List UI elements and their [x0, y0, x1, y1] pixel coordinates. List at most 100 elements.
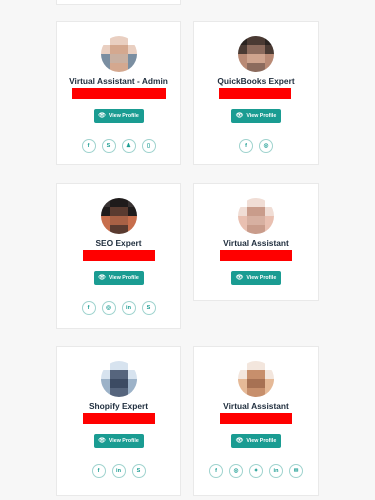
- view-profile-button[interactable]: 👁 View Profile: [231, 434, 281, 448]
- skype-icon[interactable]: S: [101, 139, 116, 153]
- twitter-icon[interactable]: ✦: [249, 464, 263, 478]
- avatar-pixel: [118, 45, 128, 54]
- avatar-pixel: [265, 54, 274, 63]
- avatar-pixel: [109, 216, 119, 225]
- instagram-icon[interactable]: ◎: [229, 464, 243, 478]
- avatar-pixel: [238, 216, 247, 225]
- skype-icon[interactable]: S: [131, 464, 146, 478]
- view-profile-label: View Profile: [246, 113, 277, 119]
- avatar-pixel: [256, 36, 265, 45]
- avatar-pixel: [238, 379, 247, 388]
- avatar-pixel: [265, 370, 274, 379]
- avatar-pixel: [100, 198, 110, 207]
- upwork-icon[interactable]: ♟: [121, 139, 136, 153]
- avatar-pixel: [127, 361, 137, 370]
- avatar-pixel: [109, 63, 119, 72]
- facebook-icon[interactable]: f: [239, 139, 253, 153]
- phone-icon[interactable]: ▯: [141, 139, 156, 153]
- avatar-pixel: [265, 36, 274, 45]
- avatar-pixel: [265, 198, 274, 207]
- facebook-icon[interactable]: f: [81, 301, 96, 315]
- avatar-pixel: [109, 388, 119, 397]
- profile-card: Virtual Assistant 👁 View Profile: [193, 183, 319, 301]
- avatar-pixel: [256, 379, 265, 388]
- view-profile-button[interactable]: 👁 View Profile: [231, 109, 281, 123]
- avatar: [100, 198, 137, 234]
- view-profile-button[interactable]: 👁 View Profile: [93, 271, 144, 285]
- avatar-pixel: [238, 370, 247, 379]
- avatar-pixel: [109, 361, 119, 370]
- linkedin-icon[interactable]: in: [269, 464, 283, 478]
- instagram-icon[interactable]: ◎: [101, 301, 116, 315]
- avatar-pixel: [247, 216, 256, 225]
- linkedin-icon[interactable]: in: [111, 464, 126, 478]
- view-profile-button[interactable]: 👁 View Profile: [93, 434, 144, 448]
- profile-title: Virtual Assistant: [223, 238, 289, 248]
- view-profile-label: View Profile: [108, 113, 139, 119]
- avatar-pixel: [127, 388, 137, 397]
- avatar-pixel: [256, 225, 265, 234]
- avatar-pixel: [118, 225, 128, 234]
- view-profile-label: View Profile: [246, 275, 277, 281]
- view-profile-button[interactable]: 👁 View Profile: [93, 109, 144, 123]
- redacted-name: [220, 413, 292, 424]
- avatar-pixel: [238, 45, 247, 54]
- social-links: f S ♟ ▯: [57, 139, 180, 153]
- avatar-pixel: [127, 63, 137, 72]
- avatar-pixel: [238, 388, 247, 397]
- email-icon[interactable]: ✉: [289, 464, 303, 478]
- avatar-pixel: [109, 379, 119, 388]
- avatar-pixel: [109, 370, 119, 379]
- view-profile-label: View Profile: [108, 275, 139, 281]
- avatar-pixel: [247, 207, 256, 216]
- avatar-pixel: [100, 225, 110, 234]
- profile-card-partial: [56, 0, 181, 5]
- avatar-pixel: [238, 36, 247, 45]
- profile-card: Virtual Assistant 👁 View Profile f ◎ ✦ in ✉: [193, 346, 319, 496]
- avatar-pixel: [247, 198, 256, 207]
- redacted-name: [71, 88, 166, 99]
- avatar-pixel: [127, 45, 137, 54]
- redacted-name: [219, 88, 291, 99]
- social-links: f ◎ in S: [57, 301, 180, 315]
- avatar-pixel: [265, 63, 274, 72]
- avatar-pixel: [118, 370, 128, 379]
- avatar-pixel: [109, 207, 119, 216]
- avatar-pixel: [127, 207, 137, 216]
- avatar-pixel: [247, 54, 256, 63]
- facebook-icon[interactable]: f: [91, 464, 106, 478]
- facebook-icon[interactable]: f: [81, 139, 96, 153]
- avatar-pixel: [118, 361, 128, 370]
- avatar-pixel: [256, 370, 265, 379]
- profile-card: Shopify Expert 👁 View Profile f in S: [56, 346, 181, 496]
- avatar: [238, 361, 274, 397]
- avatar-pixel: [247, 63, 256, 72]
- avatar-pixel: [256, 216, 265, 225]
- skype-icon[interactable]: S: [141, 301, 156, 315]
- eye-icon: 👁: [235, 438, 244, 444]
- profile-title: Virtual Assistant - Admin: [69, 76, 168, 86]
- redacted-name: [220, 250, 292, 261]
- avatar-pixel: [256, 207, 265, 216]
- avatar-pixel: [265, 207, 274, 216]
- avatar-pixel: [256, 45, 265, 54]
- avatar-pixel: [247, 36, 256, 45]
- avatar-pixel: [118, 198, 128, 207]
- avatar-pixel: [247, 361, 256, 370]
- facebook-icon[interactable]: f: [209, 464, 223, 478]
- avatar-pixel: [100, 36, 110, 45]
- eye-icon: 👁: [98, 113, 106, 119]
- avatar-pixel: [109, 36, 119, 45]
- avatar-pixel: [127, 370, 137, 379]
- avatar-pixel: [256, 388, 265, 397]
- avatar-pixel: [265, 388, 274, 397]
- linkedin-icon[interactable]: in: [121, 301, 136, 315]
- avatar-pixel: [247, 379, 256, 388]
- view-profile-button[interactable]: 👁 View Profile: [231, 271, 281, 285]
- avatar-pixel: [127, 216, 137, 225]
- profile-card: QuickBooks Expert 👁 View Profile f ◎: [193, 21, 319, 165]
- avatar-pixel: [100, 54, 110, 63]
- avatar-pixel: [238, 361, 247, 370]
- avatar-pixel: [238, 54, 247, 63]
- instagram-icon[interactable]: ◎: [259, 139, 273, 153]
